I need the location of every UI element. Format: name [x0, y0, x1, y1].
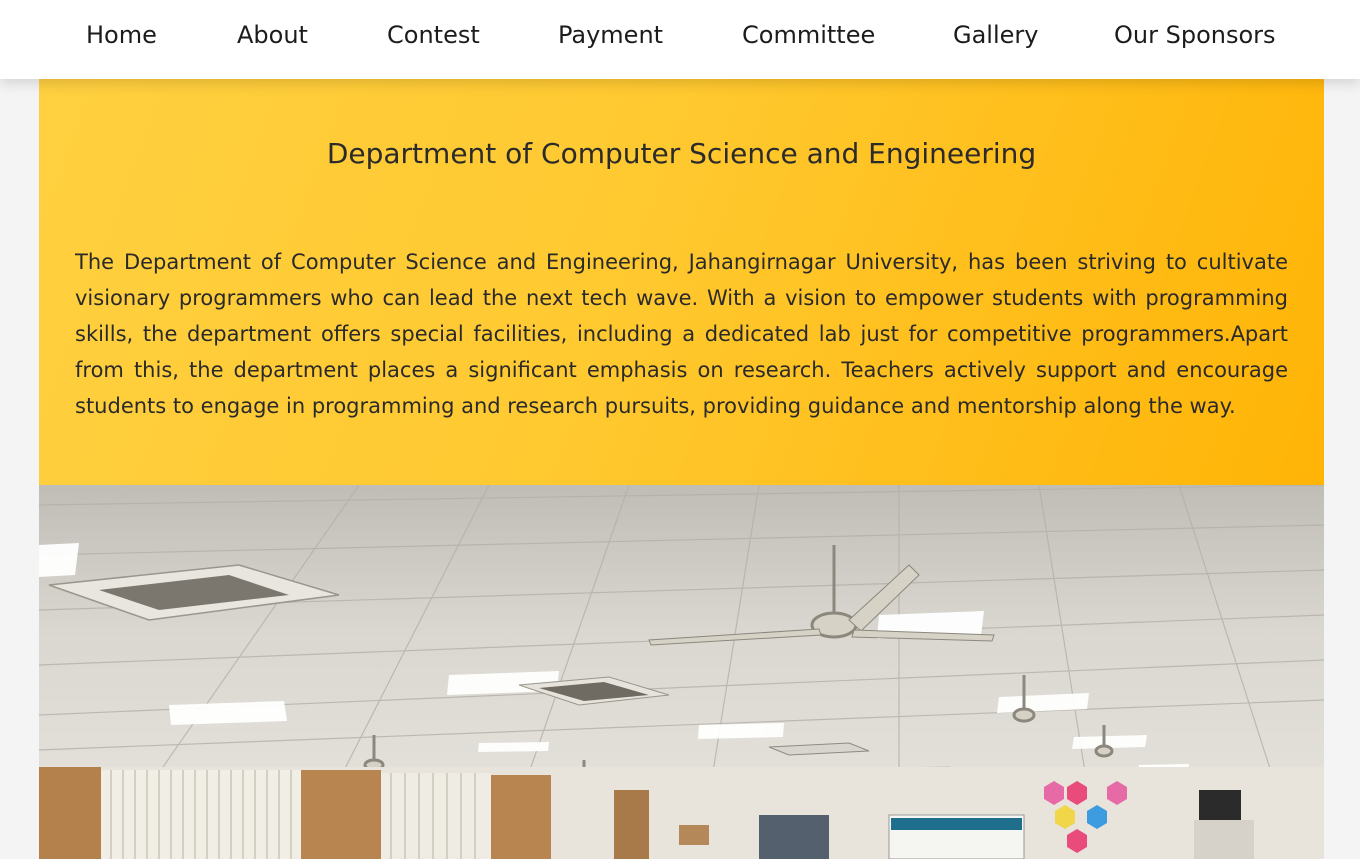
- nav-our-sponsors[interactable]: Our Sponsors: [1114, 18, 1276, 52]
- nav-gallery[interactable]: Gallery: [953, 18, 1038, 52]
- department-description: The Department of Computer Science and E…: [75, 250, 1288, 418]
- top-navbar: Home About Contest Payment Committee Gal…: [0, 0, 1360, 79]
- nav-about[interactable]: About: [237, 18, 308, 52]
- nav-committee[interactable]: Committee: [742, 18, 875, 52]
- department-card: Department of Computer Science and Engin…: [39, 79, 1324, 859]
- department-info-panel: Department of Computer Science and Engin…: [39, 79, 1324, 485]
- lab-photo-illustration: [39, 485, 1324, 859]
- lab-photo: [39, 485, 1324, 859]
- nav-home[interactable]: Home: [86, 18, 157, 52]
- department-title: Department of Computer Science and Engin…: [326, 137, 1037, 170]
- nav-contest[interactable]: Contest: [387, 18, 480, 52]
- nav-payment[interactable]: Payment: [558, 18, 663, 52]
